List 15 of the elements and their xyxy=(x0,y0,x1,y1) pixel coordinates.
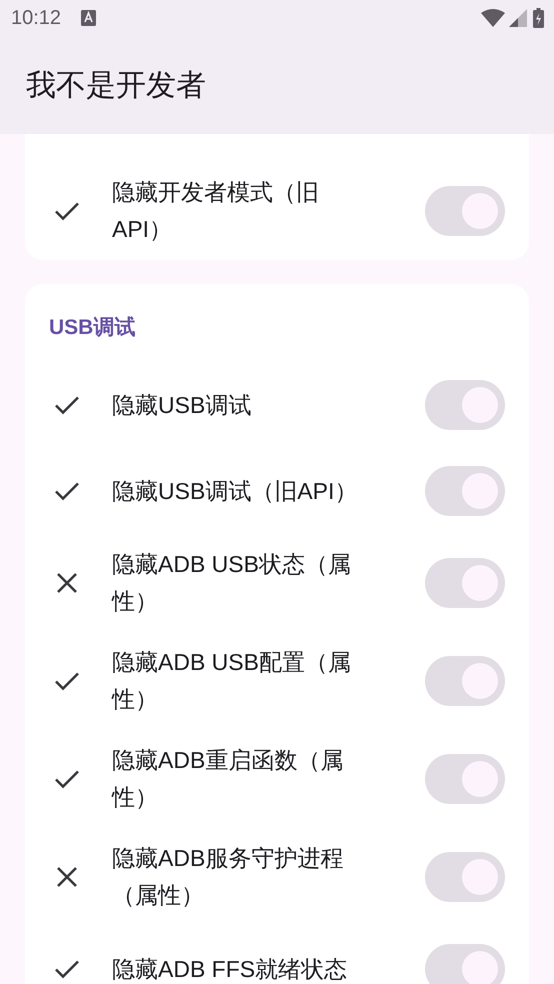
keyboard-icon xyxy=(81,10,96,26)
battery-icon xyxy=(533,8,544,28)
setting-label: 隐藏USB调试（旧API） xyxy=(112,476,358,506)
setting-label: 隐藏开发者模式（旧API） xyxy=(112,178,320,244)
status-time: 10:12 xyxy=(11,6,62,30)
setting-label: 隐藏ADB USB状态（属性） xyxy=(112,550,352,616)
signal-icon xyxy=(509,9,527,27)
setting-label: 隐藏ADB重启函数（属性） xyxy=(112,746,344,812)
setting-label: 隐藏ADB FFS就绪状态 xyxy=(112,954,348,984)
setting-label: 隐藏ADB服务守护进程（属性） xyxy=(112,844,344,910)
setting-label: 隐藏ADB USB配置（属性） xyxy=(112,648,352,714)
app-title: 我不是开发者 xyxy=(26,66,206,104)
setting-label: 隐藏USB调试 xyxy=(112,390,252,420)
section-heading: USB调试 xyxy=(49,315,136,341)
wifi-icon xyxy=(481,9,505,27)
